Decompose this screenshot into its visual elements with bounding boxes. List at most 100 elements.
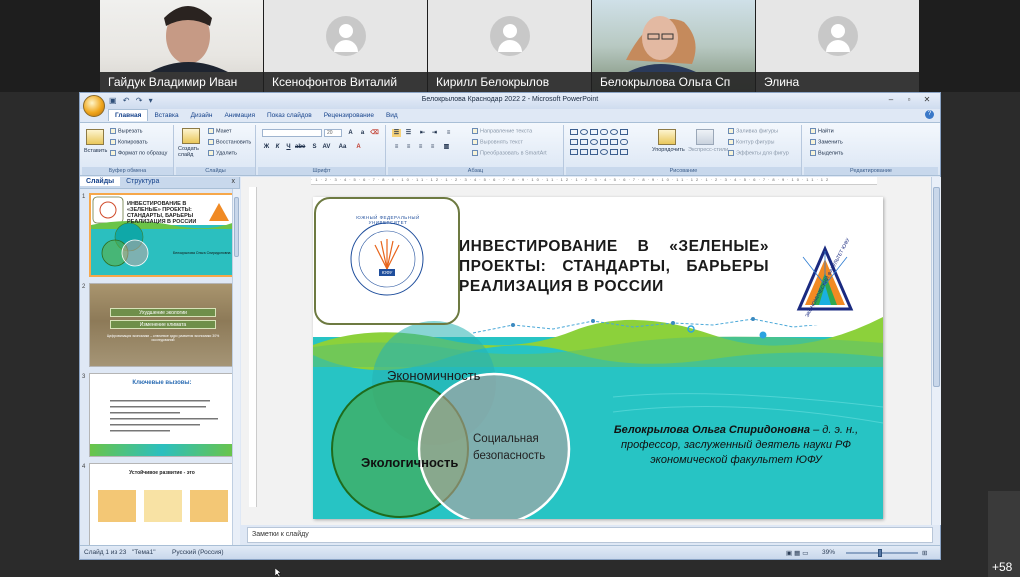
shape-outline-button[interactable]: Контур фигуры xyxy=(728,139,774,145)
shadow-button[interactable]: S xyxy=(310,143,319,151)
tab-view[interactable]: Вид xyxy=(380,110,404,121)
shape-effects-button[interactable]: Эффекты для фигур xyxy=(728,150,789,156)
columns-button[interactable]: ▥ xyxy=(442,143,451,151)
delete-slide-button[interactable]: Удалить xyxy=(208,150,237,156)
decrease-indent-button[interactable]: ⇤ xyxy=(418,129,427,137)
reset-button[interactable]: Восстановить xyxy=(208,139,251,145)
scroll-thumb[interactable] xyxy=(933,187,940,387)
help-icon[interactable]: ? xyxy=(925,110,934,119)
case-button[interactable]: Aa xyxy=(338,143,347,151)
maximize-button[interactable]: ▫ xyxy=(900,95,918,104)
justify-button[interactable]: ≡ xyxy=(428,143,437,151)
slide-thumbnail-1[interactable]: ИНВЕСТИРОВАНИЕ В «ЗЕЛЕНЫЕ» ПРОЕКТЫ: СТАН… xyxy=(89,193,235,277)
fit-window-icon[interactable]: ⊞ xyxy=(922,549,927,557)
bold-button[interactable]: Ж xyxy=(262,143,271,151)
increase-indent-button[interactable]: ⇥ xyxy=(430,129,439,137)
zoom-slider-knob[interactable] xyxy=(878,549,882,557)
paste-button[interactable]: Вставить xyxy=(84,148,107,154)
cut-button[interactable]: Вырезать xyxy=(110,128,142,134)
zoom-level[interactable]: 39% xyxy=(822,549,835,556)
clear-format-button[interactable]: ⌫ xyxy=(370,129,379,137)
window-controls[interactable]: – ▫ ✕ xyxy=(882,95,936,104)
tab-review[interactable]: Рецензирование xyxy=(318,110,380,121)
underline-button[interactable]: Ч xyxy=(284,143,293,151)
format-painter-button[interactable]: Формат по образцу xyxy=(110,150,167,156)
select-button[interactable]: Выделить xyxy=(810,150,843,156)
view-buttons[interactable]: ▣▦▭ xyxy=(786,549,810,557)
shape-cell[interactable] xyxy=(590,139,598,145)
font-name-combo[interactable] xyxy=(262,129,322,137)
tab-slideshow[interactable]: Показ слайдов xyxy=(261,110,318,121)
more-participants-count[interactable]: +58 xyxy=(992,560,1012,574)
shape-cell[interactable] xyxy=(610,129,618,135)
quick-access-toolbar[interactable]: ▣ ↶ ↷ ▾ xyxy=(109,96,155,105)
grow-font-button[interactable]: A xyxy=(346,129,355,137)
align-right-button[interactable]: ≡ xyxy=(416,143,425,151)
shape-cell[interactable] xyxy=(600,149,608,155)
tab-insert[interactable]: Вставка xyxy=(148,110,184,121)
tab-outline[interactable]: Структура xyxy=(120,177,165,186)
office-button[interactable] xyxy=(83,95,105,117)
shape-cell[interactable] xyxy=(590,129,598,135)
close-button[interactable]: ✕ xyxy=(918,95,936,104)
align-left-button[interactable]: ≡ xyxy=(392,143,401,151)
replace-button[interactable]: Заменить xyxy=(810,139,843,145)
arrange-button[interactable]: Упорядочить xyxy=(652,147,685,153)
quick-styles-button[interactable]: Экспресс-стили xyxy=(688,147,728,153)
shape-cell[interactable] xyxy=(610,149,618,155)
slide-scrollbar[interactable] xyxy=(931,177,941,525)
current-slide[interactable]: ЮЖНЫЙ ФЕДЕРАЛЬНЫЙ УНИВЕРСИТЕТ ЮФУ ЭКОНОМ… xyxy=(313,197,883,519)
shape-cell[interactable] xyxy=(620,149,628,155)
shape-cell[interactable] xyxy=(620,139,628,145)
participant-tile[interactable]: Белокрылова Ольга Сп xyxy=(592,0,755,92)
copy-button[interactable]: Копировать xyxy=(110,139,148,145)
italic-button[interactable]: К xyxy=(273,143,282,151)
shape-cell[interactable] xyxy=(570,149,578,155)
strike-button[interactable]: abe xyxy=(295,143,305,151)
participant-tile[interactable]: Элина xyxy=(756,0,919,92)
shape-cell[interactable] xyxy=(620,129,628,135)
notes-pane[interactable]: Заметки к слайду xyxy=(247,527,933,543)
line-spacing-button[interactable]: ≡ xyxy=(444,129,453,137)
shape-fill-button[interactable]: Заливка фигуры xyxy=(728,128,778,134)
tab-animation[interactable]: Анимация xyxy=(218,110,261,121)
shape-cell[interactable] xyxy=(580,129,588,135)
shape-cell[interactable] xyxy=(580,139,588,145)
minimize-button[interactable]: – xyxy=(882,95,900,104)
participant-tile[interactable]: Ксенофонтов Виталий xyxy=(264,0,427,92)
shape-cell[interactable] xyxy=(600,129,608,135)
shrink-font-button[interactable]: a xyxy=(358,129,367,137)
tab-design[interactable]: Дизайн xyxy=(185,110,219,121)
text-direction-button[interactable]: Направление текста xyxy=(472,128,532,134)
close-pane-button[interactable]: x xyxy=(232,178,236,185)
font-size-combo[interactable]: 20 xyxy=(324,129,342,137)
theme-name[interactable]: "Тема1" xyxy=(132,549,156,556)
slide-thumbnail-3[interactable]: Ключевые вызовы: xyxy=(89,373,235,457)
language-indicator[interactable]: Русский (Россия) xyxy=(172,549,224,556)
shape-cell[interactable] xyxy=(570,129,578,135)
shape-cell[interactable] xyxy=(570,139,578,145)
slides-pane-scrollbar[interactable] xyxy=(232,189,240,545)
participant-tile[interactable]: Гайдук Владимир Иван xyxy=(100,0,263,92)
shape-cell[interactable] xyxy=(580,149,588,155)
participant-tile[interactable]: Кирилл Белокрылов xyxy=(428,0,591,92)
new-slide-button[interactable]: Создать слайд xyxy=(178,146,206,158)
shape-cell[interactable] xyxy=(610,139,618,145)
spacing-button[interactable]: AV xyxy=(322,143,331,151)
shape-cell[interactable] xyxy=(590,149,598,155)
align-center-button[interactable]: ≡ xyxy=(404,143,413,151)
slide-thumbnail-4[interactable]: Устойчивое развитие - это xyxy=(89,463,235,547)
align-text-button[interactable]: Выровнять текст xyxy=(472,139,523,145)
scroll-thumb[interactable] xyxy=(234,197,239,257)
shape-cell[interactable] xyxy=(600,139,608,145)
numbering-button[interactable]: ☰ xyxy=(404,129,413,137)
font-color-button[interactable]: A xyxy=(354,143,363,151)
slide-thumbnail-2[interactable]: Ухудшение экологии Изменение климата Циф… xyxy=(89,283,235,367)
tab-slides[interactable]: Слайды xyxy=(80,177,121,186)
layout-button[interactable]: Макет xyxy=(208,128,232,134)
find-button[interactable]: Найти xyxy=(810,128,834,134)
tab-home[interactable]: Главная xyxy=(108,109,149,121)
zoom-slider[interactable] xyxy=(846,552,918,554)
bullets-button[interactable]: ☰ xyxy=(392,129,401,137)
smartart-button[interactable]: Преобразовать в SmartArt xyxy=(472,150,547,156)
